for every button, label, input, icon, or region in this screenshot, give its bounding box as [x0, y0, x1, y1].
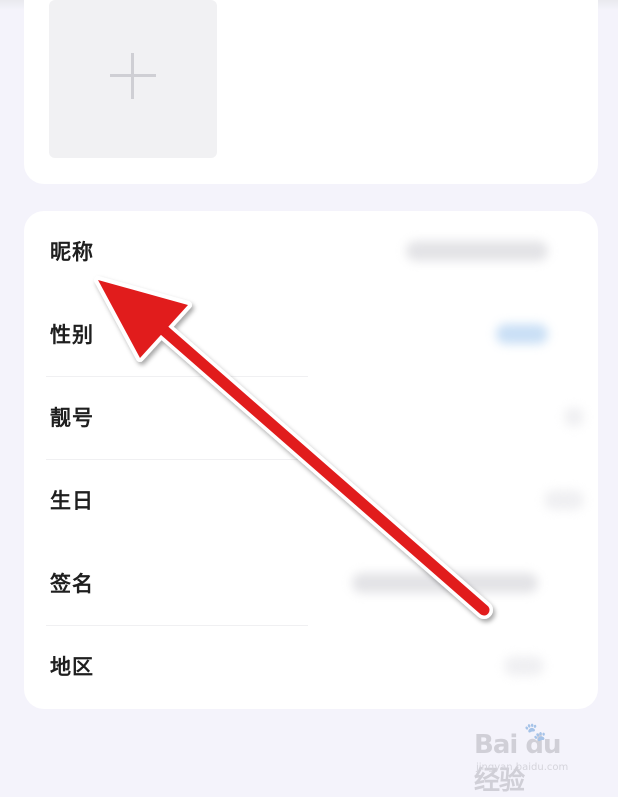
region-label: 地区 — [50, 655, 94, 679]
birthday-row[interactable]: 生日 — [24, 460, 598, 543]
gender-row[interactable]: 性别 — [24, 294, 598, 377]
birthday-label: 生日 — [50, 489, 94, 513]
nickname-value-blurred — [406, 241, 548, 261]
photo-card — [24, 0, 598, 184]
gender-value-blurred — [496, 324, 548, 344]
plus-icon-vertical — [131, 53, 134, 99]
pretty-number-row[interactable]: 靓号 — [24, 377, 598, 460]
region-value-blurred — [504, 656, 544, 676]
watermark-url: jingyan.baidu.com — [476, 762, 569, 773]
add-photo-button[interactable] — [49, 0, 217, 158]
baidu-jingyan-watermark: Bai du 经验 🐾 jingyan.baidu.com — [470, 722, 590, 796]
paw-icon: 🐾 — [524, 722, 547, 743]
region-row[interactable]: 地区 — [24, 626, 598, 709]
signature-row[interactable]: 签名 — [24, 543, 598, 626]
signature-label: 签名 — [50, 572, 94, 596]
chevron-right-icon — [564, 407, 584, 427]
profile-info-card: 昵称 性别 靓号 生日 签名 地区 — [24, 211, 598, 709]
pretty-number-label: 靓号 — [50, 406, 94, 430]
nickname-label: 昵称 — [50, 240, 94, 264]
birthday-value-blurred — [544, 490, 584, 510]
signature-value-blurred — [352, 573, 538, 593]
nickname-row[interactable]: 昵称 — [24, 211, 598, 294]
gender-label: 性别 — [50, 323, 94, 347]
